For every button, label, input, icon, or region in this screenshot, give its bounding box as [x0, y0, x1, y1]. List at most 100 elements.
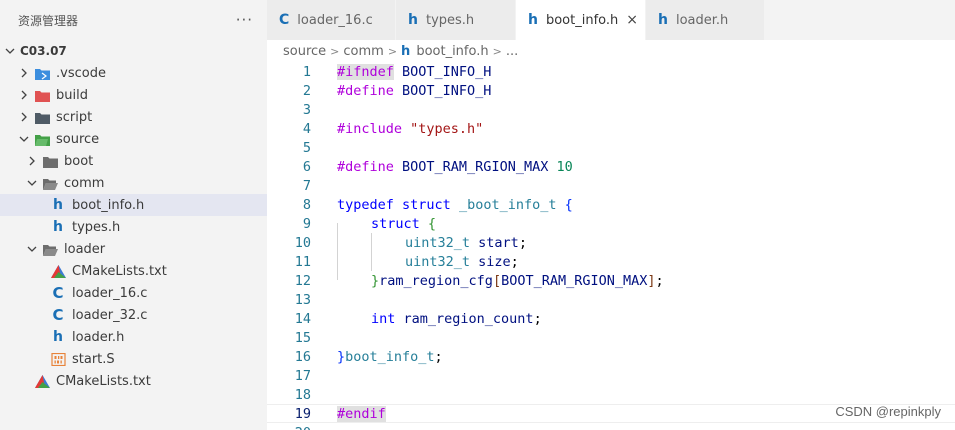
brace-token: } — [337, 348, 346, 365]
code-line: 12 }ram_region_cfg[BOOT_RAM_RGION_MAX]; — [267, 271, 955, 290]
bracket-token: [ — [492, 272, 502, 289]
code-line: 6 #define BOOT_RAM_RGION_MAX 10 — [267, 157, 955, 176]
code-text: #define BOOT_RAM_RGION_MAX 10 — [337, 159, 573, 175]
code-editor[interactable]: 1 #ifndef BOOT_INFO_H 2 #define BOOT_INF… — [267, 62, 955, 430]
keyword-token: struct — [371, 215, 420, 232]
tree-item-loader[interactable]: loader — [0, 238, 267, 260]
tab-bar: C loader_16.c h types.h h boot_info.h × … — [267, 0, 955, 40]
tree-item-label: loader — [64, 241, 106, 257]
tree-item-cmakelists-root[interactable]: CMakeLists.txt — [0, 370, 267, 392]
code-line: 17 — [267, 366, 955, 385]
tree-item-boot-info-h[interactable]: h boot_info.h — [0, 194, 267, 216]
code-line: 13 — [267, 290, 955, 309]
code-line: 14 int ram_region_count; — [267, 309, 955, 328]
keyword-token: typedef — [337, 196, 394, 213]
close-icon[interactable]: × — [626, 12, 638, 28]
tab-label: boot_info.h — [545, 12, 619, 28]
code-text: }ram_region_cfg[BOOT_RAM_RGION_MAX]; — [371, 273, 664, 289]
tree-item-comm[interactable]: comm — [0, 172, 267, 194]
tab-loader-h[interactable]: h loader.h — [646, 0, 765, 40]
tree-item-source[interactable]: source — [0, 128, 267, 150]
line-number: 14 — [294, 310, 311, 327]
tree-item-label: script — [56, 109, 93, 125]
breadcrumb: source > comm > h boot_info.h > ... — [283, 42, 518, 60]
code-line: 2 #define BOOT_INFO_H — [267, 81, 955, 100]
h-file-icon: h — [53, 219, 63, 235]
explorer-title: 资源管理器 — [18, 13, 79, 28]
directive-token: #include — [337, 120, 403, 137]
tree-root-label: C03.07 — [20, 44, 67, 58]
tree-item-label: build — [56, 87, 88, 103]
line-number: 18 — [294, 386, 311, 403]
code-line: 18 — [267, 385, 955, 404]
c-file-icon: C — [52, 284, 64, 302]
tree-item-build[interactable]: build — [0, 84, 267, 106]
breadcrumb-comm[interactable]: comm — [343, 44, 383, 59]
tab-loader-16-c[interactable]: C loader_16.c — [267, 0, 396, 40]
code-line: 7 — [267, 176, 955, 195]
line-number: 15 — [294, 329, 311, 346]
chevron-right-icon: > — [330, 44, 340, 58]
code-text: uint32_t size; — [405, 254, 519, 270]
brace-token: { — [564, 196, 573, 213]
string-token: "types.h" — [402, 120, 484, 137]
tree-item-cmakelists-loader[interactable]: CMakeLists.txt — [0, 260, 267, 282]
h-file-icon: h — [408, 12, 418, 28]
punct-token: ; — [434, 348, 443, 365]
script-folder-icon — [34, 109, 50, 125]
code-text: struct { — [371, 216, 436, 232]
brace-token: { — [427, 215, 437, 232]
keyword-token: struct — [402, 196, 451, 213]
line-number: 20 — [267, 425, 311, 430]
code-text: #include "types.h" — [337, 121, 483, 137]
tree-item-label: loader_32.c — [72, 307, 148, 323]
cmake-icon — [34, 373, 50, 389]
punct-token: ; — [510, 253, 519, 270]
directive-token: #define — [337, 158, 394, 175]
type-token: uint32_t — [405, 253, 471, 270]
line-number: 5 — [302, 139, 311, 156]
punct-token: ; — [655, 272, 664, 289]
code-text: #endif — [337, 405, 386, 422]
line-number: 17 — [294, 367, 311, 384]
code-line: 15 — [267, 328, 955, 347]
tree-item-loader-h[interactable]: h loader.h — [0, 326, 267, 348]
tree-item-label: .vscode — [56, 65, 106, 81]
code-line: 8 typedef struct _boot_info_t { — [267, 195, 955, 214]
breadcrumb-file[interactable]: boot_info.h — [416, 44, 488, 59]
breadcrumb-source[interactable]: source — [283, 44, 326, 59]
tree-item-types-h[interactable]: h types.h — [0, 216, 267, 238]
line-number: 11 — [294, 253, 311, 270]
line-number: 8 — [302, 196, 311, 213]
tree-item-loader-16-c[interactable]: C loader_16.c — [0, 282, 267, 304]
tree-item-label: loader.h — [72, 329, 125, 345]
tab-label: loader.h — [675, 12, 729, 28]
asm-file-icon — [50, 351, 66, 367]
more-actions-button[interactable]: ··· — [236, 11, 253, 29]
tree-item-start-s[interactable]: start.S — [0, 348, 267, 370]
line-number: 9 — [302, 215, 311, 232]
field-token: size — [470, 253, 511, 270]
tree-item-label: types.h — [72, 219, 121, 235]
line-number: 7 — [302, 177, 311, 194]
type-token: boot_info_t — [345, 348, 435, 365]
chevron-right-icon — [16, 87, 32, 103]
tree-root-c03-07[interactable]: C03.07 — [0, 40, 267, 62]
c-file-icon: C — [279, 12, 290, 28]
code-text: #define BOOT_INFO_H — [337, 83, 491, 99]
tab-label: types.h — [425, 12, 475, 28]
line-number: 6 — [302, 158, 311, 175]
tree-item-vscode[interactable]: .vscode — [0, 62, 267, 84]
line-number: 3 — [302, 101, 311, 118]
tree-item-script[interactable]: script — [0, 106, 267, 128]
tab-boot-info-h[interactable]: h boot_info.h × — [516, 0, 646, 40]
line-number: 13 — [294, 291, 311, 308]
h-file-icon: h — [53, 329, 63, 345]
breadcrumb-symbol[interactable]: ... — [506, 44, 518, 59]
bracket-token: ] — [647, 272, 656, 289]
tree-item-boot[interactable]: boot — [0, 150, 267, 172]
tab-types-h[interactable]: h types.h — [396, 0, 516, 40]
macro-token: BOOT_INFO_H — [393, 82, 492, 99]
tree-item-loader-32-c[interactable]: C loader_32.c — [0, 304, 267, 326]
